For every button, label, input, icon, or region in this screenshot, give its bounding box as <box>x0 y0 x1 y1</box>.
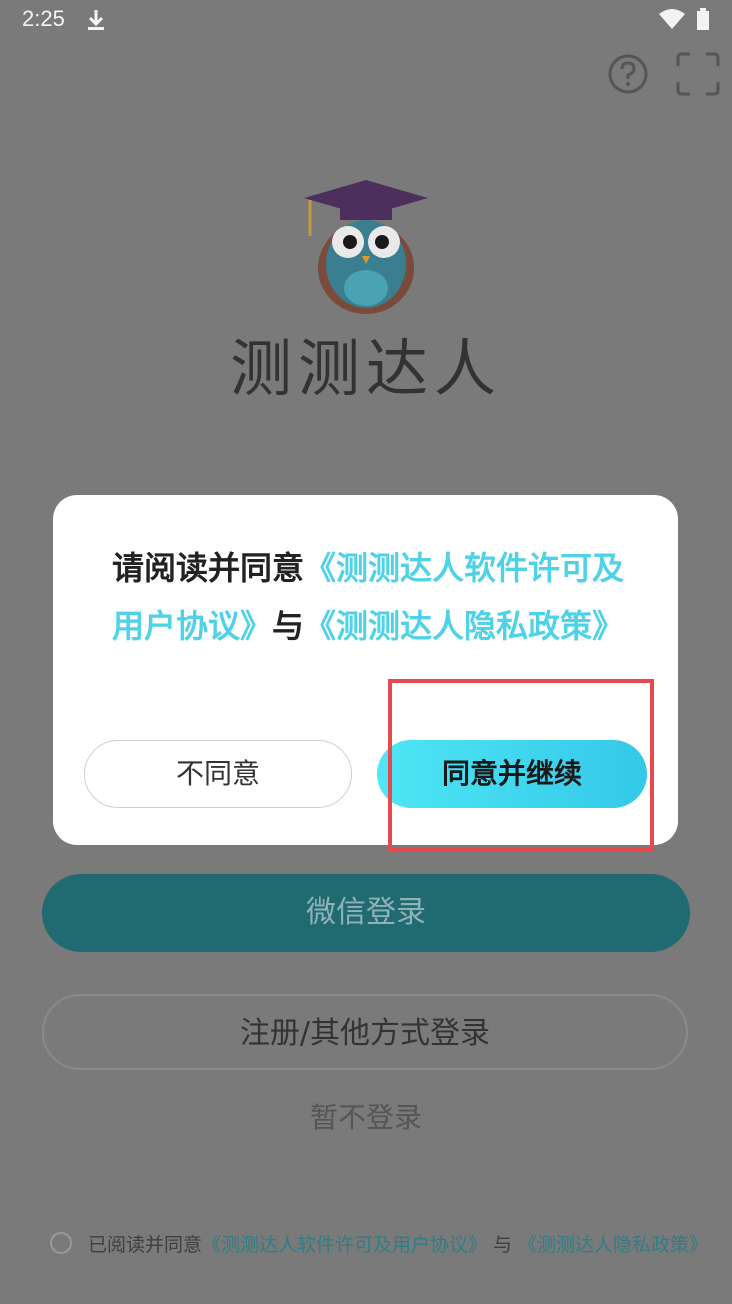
agreement-checkbox[interactable] <box>50 1232 72 1254</box>
download-icon <box>88 10 104 30</box>
dialog-message: 请阅读并同意《测测达人软件许可及用户协议》与《测测达人隐私政策》 <box>108 539 628 655</box>
highlight-box <box>388 679 654 851</box>
status-bar: 2:25 <box>0 0 732 40</box>
wifi-icon <box>659 9 685 29</box>
dialog-privacy-link[interactable]: 《测测达人隐私政策》 <box>304 607 624 645</box>
dialog-joiner: 与 <box>271 607 304 645</box>
agreement-prefix: 已阅读并同意 <box>88 1233 203 1256</box>
app-name: 测测达人 <box>229 332 502 405</box>
wechat-login-button[interactable]: 微信登录 <box>42 874 690 952</box>
status-time: 2:25 <box>22 6 65 31</box>
scan-icon[interactable] <box>676 52 720 96</box>
agreement-joiner: 与 <box>493 1233 513 1256</box>
battery-icon <box>697 8 709 30</box>
skip-login-link[interactable]: 暂不登录 <box>0 1096 732 1136</box>
other-login-button[interactable]: 注册/其他方式登录 <box>42 994 688 1070</box>
login-screen: 2:25 测测达人 微信登录 注册/其他方式登录 暂不登录 已阅读并同意 《测测… <box>0 0 732 1304</box>
agreement-row: 已阅读并同意 《测测达人软件许可及用户协议》 与 《测测达人隐私政策》 <box>50 1228 708 1258</box>
help-icon[interactable] <box>606 52 650 96</box>
disagree-button[interactable]: 不同意 <box>84 740 352 808</box>
license-link[interactable]: 《测测达人软件许可及用户协议》 <box>202 1230 487 1257</box>
owl-logo <box>304 180 428 314</box>
privacy-link[interactable]: 《测测达人隐私政策》 <box>518 1230 708 1257</box>
dialog-prefix: 请阅读并同意 <box>111 549 304 587</box>
